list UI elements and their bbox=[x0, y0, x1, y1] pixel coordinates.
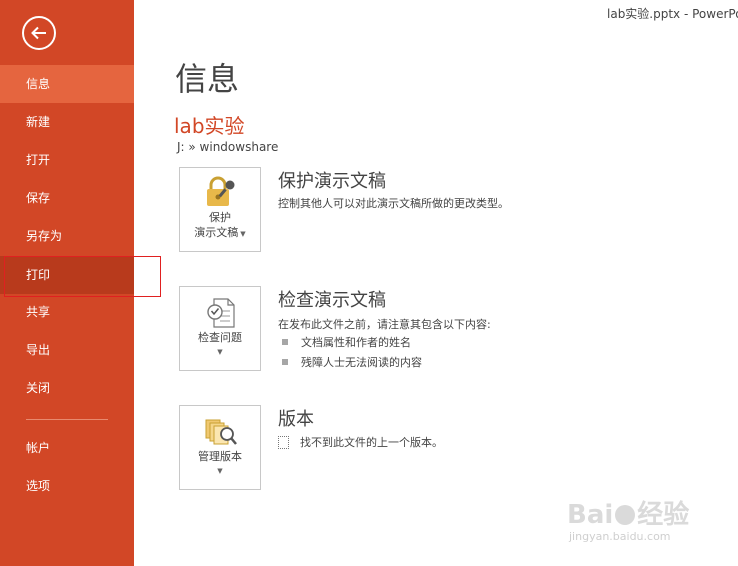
nav-open[interactable]: 打开 bbox=[0, 141, 134, 179]
lock-key-icon bbox=[207, 176, 235, 206]
versions-section-title: 版本 bbox=[278, 409, 314, 430]
nav-close[interactable]: 关闭 bbox=[0, 369, 134, 407]
check-issues-label: 检查问题 bbox=[198, 331, 242, 344]
nav-save[interactable]: 保存 bbox=[0, 179, 134, 217]
nav-divider bbox=[26, 419, 108, 420]
window-title: lab实验.pptx - PowerPoint bbox=[607, 7, 738, 21]
manage-versions-icon bbox=[205, 419, 237, 445]
paw-icon bbox=[615, 505, 636, 525]
bullet-square-icon bbox=[282, 339, 288, 345]
document-path[interactable]: J: » windowshare bbox=[177, 140, 278, 154]
check-issues-button[interactable]: 检查问题 ▼ bbox=[179, 286, 261, 371]
nav-info[interactable]: 信息 bbox=[0, 65, 134, 103]
nav-account[interactable]: 帐户 bbox=[0, 429, 134, 467]
bullet-square-icon bbox=[282, 359, 288, 365]
highlight-annotation-box bbox=[4, 256, 161, 297]
nav-save-as[interactable]: 另存为 bbox=[0, 217, 134, 255]
inspect-document-icon bbox=[207, 298, 235, 328]
back-arrow-icon[interactable] bbox=[22, 16, 56, 50]
protect-button-line2: 演示文稿 ▼ bbox=[194, 226, 246, 239]
inspect-bullet-item: 文档属性和作者的姓名 bbox=[282, 334, 411, 350]
baidu-watermark: Bai 经验 jingyan.baidu.com bbox=[565, 488, 733, 548]
chevron-down-icon: ▼ bbox=[217, 467, 223, 475]
protect-section-title: 保护演示文稿 bbox=[278, 171, 386, 192]
inspect-bullet-item: 残障人士无法阅读的内容 bbox=[282, 354, 422, 370]
protect-section-desc: 控制其他人可以对此演示文稿所做的更改类型。 bbox=[278, 197, 509, 210]
nav-export[interactable]: 导出 bbox=[0, 331, 134, 369]
inspect-section-title: 检查演示文稿 bbox=[278, 290, 386, 311]
page-title: 信息 bbox=[175, 60, 240, 98]
versions-section-desc: 找不到此文件的上一个版本。 bbox=[278, 434, 443, 450]
nav-share[interactable]: 共享 bbox=[0, 293, 134, 331]
inspect-section-desc: 在发布此文件之前，请注意其包含以下内容: bbox=[278, 318, 491, 331]
document-page-icon bbox=[278, 435, 289, 449]
protect-presentation-button[interactable]: 保护 演示文稿 ▼ bbox=[179, 167, 261, 252]
protect-button-line1: 保护 bbox=[209, 211, 231, 224]
nav-options[interactable]: 选项 bbox=[0, 467, 134, 505]
watermark-brand: Bai 经验 bbox=[567, 500, 690, 530]
document-name: lab实验 bbox=[174, 114, 245, 138]
chevron-down-icon: ▼ bbox=[240, 230, 246, 238]
nav-new[interactable]: 新建 bbox=[0, 103, 134, 141]
manage-versions-label: 管理版本 bbox=[198, 450, 242, 463]
watermark-url: jingyan.baidu.com bbox=[569, 530, 671, 543]
manage-versions-button[interactable]: 管理版本 ▼ bbox=[179, 405, 261, 490]
chevron-down-icon: ▼ bbox=[217, 348, 223, 356]
